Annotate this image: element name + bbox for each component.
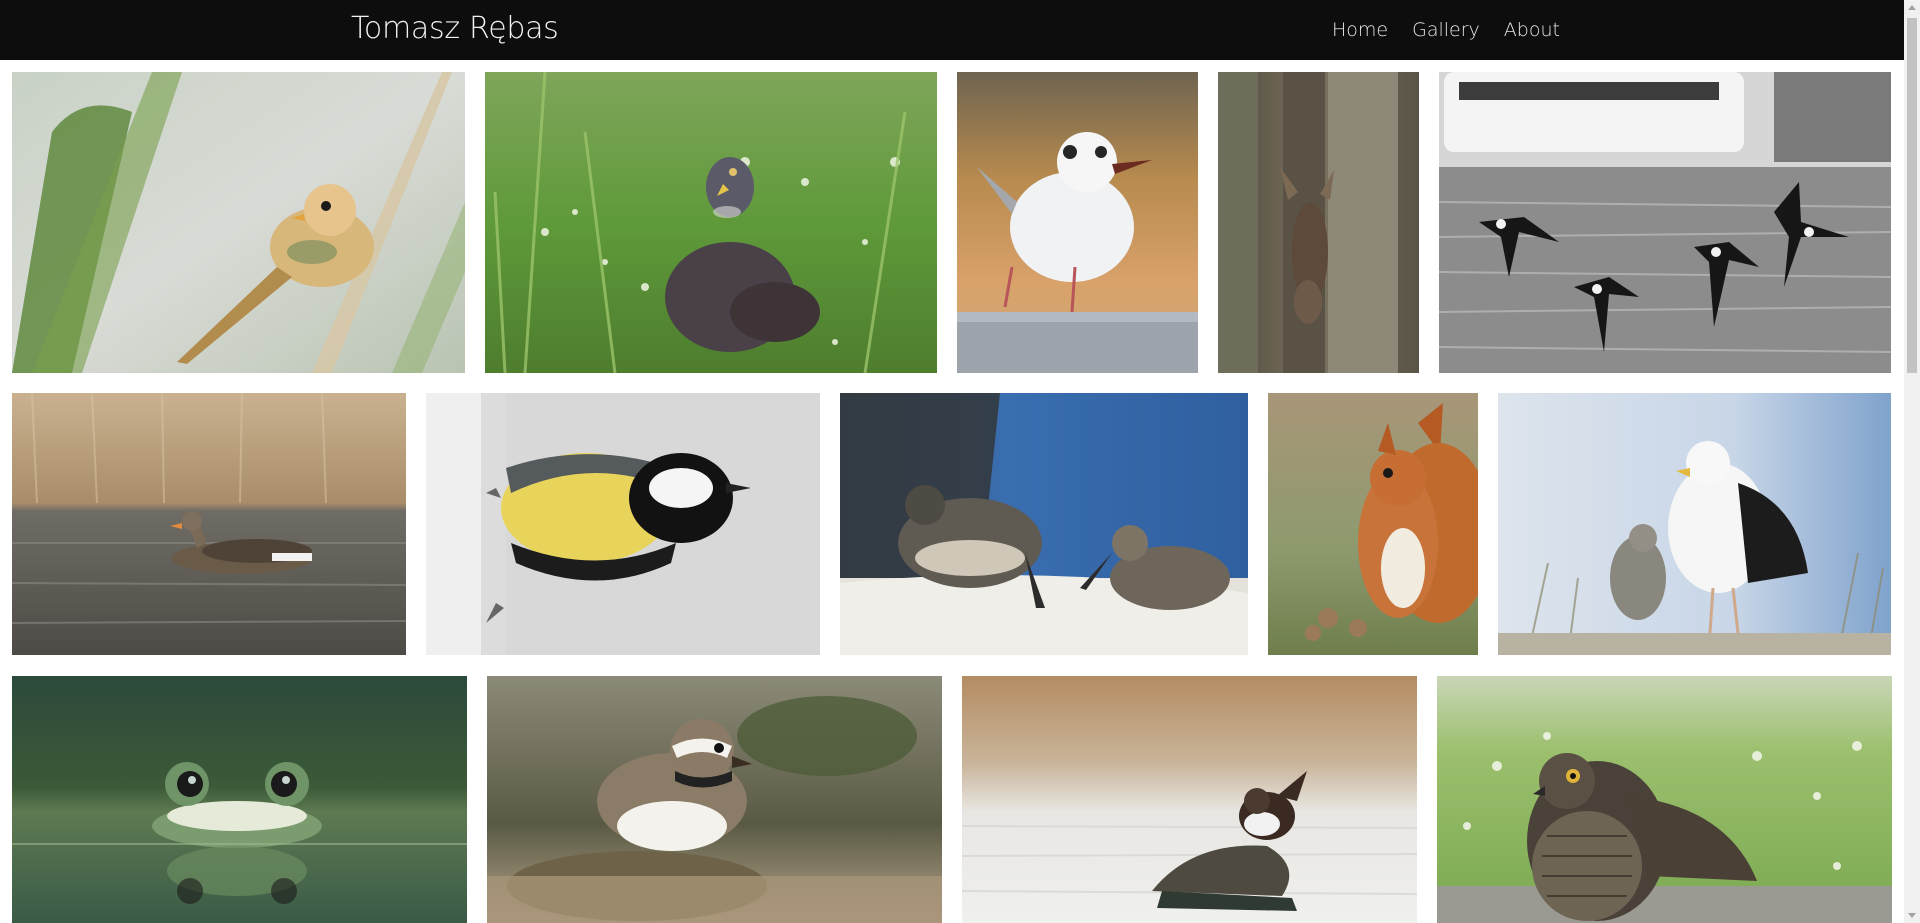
nav-home-link[interactable]: Home [1332, 17, 1388, 43]
photo-image [1268, 393, 1478, 655]
photo-gallery [0, 0, 1904, 923]
photo-image [1439, 72, 1891, 373]
gallery-photo[interactable] [487, 676, 942, 923]
photo-image [485, 72, 937, 373]
photo-image [12, 393, 406, 655]
gallery-photo[interactable] [1498, 393, 1891, 655]
photo-image [426, 393, 820, 655]
nav-gallery-link[interactable]: Gallery [1412, 17, 1480, 43]
gallery-photo[interactable] [12, 393, 406, 655]
gallery-photo[interactable] [426, 393, 820, 655]
gallery-photo[interactable] [957, 72, 1198, 373]
photo-image [1218, 72, 1419, 373]
photo-image [1437, 676, 1892, 923]
scroll-down-arrow-icon[interactable] [1908, 913, 1916, 918]
site-brand-link[interactable]: Tomasz Rębas [351, 8, 559, 50]
gallery-photo[interactable] [1268, 393, 1478, 655]
gallery-photo[interactable] [12, 72, 465, 373]
photo-image [1498, 393, 1891, 655]
photo-image [12, 72, 465, 373]
nav-about-link[interactable]: About [1504, 17, 1560, 43]
scroll-up-arrow-icon[interactable] [1908, 5, 1916, 10]
gallery-photo[interactable] [1439, 72, 1891, 373]
gallery-photo[interactable] [962, 676, 1417, 923]
vertical-scrollbar[interactable] [1904, 0, 1920, 923]
gallery-photo[interactable] [840, 393, 1248, 655]
photo-image [962, 676, 1417, 923]
scrollbar-thumb[interactable] [1907, 18, 1917, 373]
main-nav: Home Gallery About [1332, 17, 1560, 43]
gallery-photo[interactable] [485, 72, 937, 373]
photo-image [840, 393, 1248, 655]
gallery-photo[interactable] [12, 676, 467, 923]
photo-image [957, 72, 1198, 373]
photo-image [487, 676, 942, 923]
top-navbar: Tomasz Rębas Home Gallery About [0, 0, 1904, 60]
gallery-photo[interactable] [1218, 72, 1419, 373]
gallery-photo[interactable] [1437, 676, 1892, 923]
photo-image [12, 676, 467, 923]
